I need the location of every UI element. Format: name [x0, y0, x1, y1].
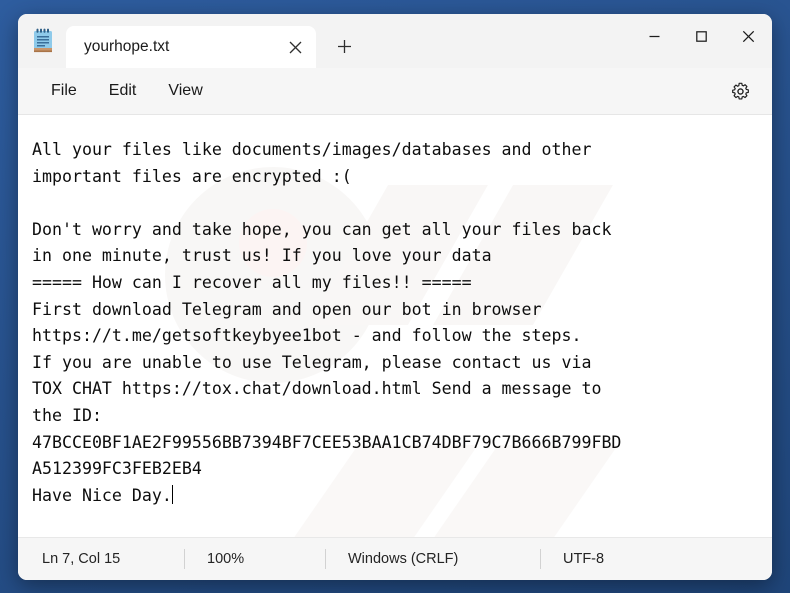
editor-line: Have Nice Day.: [32, 485, 172, 505]
status-bar: Ln 7, Col 15 100% Windows (CRLF) UTF-8: [18, 537, 772, 580]
notepad-window: yourhope.txt File Edit View All your fil…: [18, 14, 772, 580]
text-caret: [171, 484, 174, 504]
text-editor-area[interactable]: .COM All your files like documents/image…: [18, 115, 772, 537]
tab-yourhope-txt[interactable]: yourhope.txt: [66, 26, 316, 68]
menu-item-file[interactable]: File: [38, 77, 90, 105]
editor-text[interactable]: All your files like documents/images/dat…: [18, 115, 772, 509]
tab-close-icon[interactable]: [280, 32, 310, 62]
editor-line: First download Telegram and open our bot…: [32, 299, 542, 319]
menu-item-view[interactable]: View: [155, 77, 215, 105]
editor-line: the ID:: [32, 405, 102, 425]
editor-line: A512399FC3FEB2EB4: [32, 459, 202, 479]
minimize-button[interactable]: [631, 14, 678, 58]
menu-item-edit[interactable]: Edit: [96, 77, 150, 105]
menu-bar: File Edit View: [18, 68, 772, 115]
status-line-ending[interactable]: Windows (CRLF): [326, 551, 540, 567]
editor-line: If you are unable to use Telegram, pleas…: [32, 352, 592, 372]
status-encoding[interactable]: UTF-8: [541, 551, 626, 567]
maximize-button[interactable]: [678, 14, 725, 58]
tab-title: yourhope.txt: [84, 38, 170, 55]
title-bar: yourhope.txt: [18, 14, 772, 68]
editor-line: important files are encrypted :(: [32, 166, 352, 186]
new-tab-button[interactable]: [326, 28, 362, 64]
editor-line: All your files like documents/images/dat…: [32, 140, 592, 159]
status-zoom-level[interactable]: 100%: [185, 551, 325, 567]
editor-line: https://t.me/getsoftkeybyee1bot - and fo…: [32, 326, 582, 346]
editor-line: ===== How can I recover all my files!! =…: [32, 272, 472, 292]
notepad-icon: [26, 14, 60, 68]
editor-line: 47BCCE0BF1AE2F99556BB7394BF7CEE53BAA1CB7…: [32, 432, 622, 452]
editor-line: Don't worry and take hope, you can get a…: [32, 219, 612, 239]
editor-line: in one minute, trust us! If you love you…: [32, 246, 492, 266]
close-button[interactable]: [725, 14, 772, 58]
status-cursor-position[interactable]: Ln 7, Col 15: [18, 551, 184, 567]
window-controls: [631, 14, 772, 58]
editor-line: TOX CHAT https://tox.chat/download.html …: [32, 379, 602, 399]
gear-icon[interactable]: [724, 75, 756, 107]
